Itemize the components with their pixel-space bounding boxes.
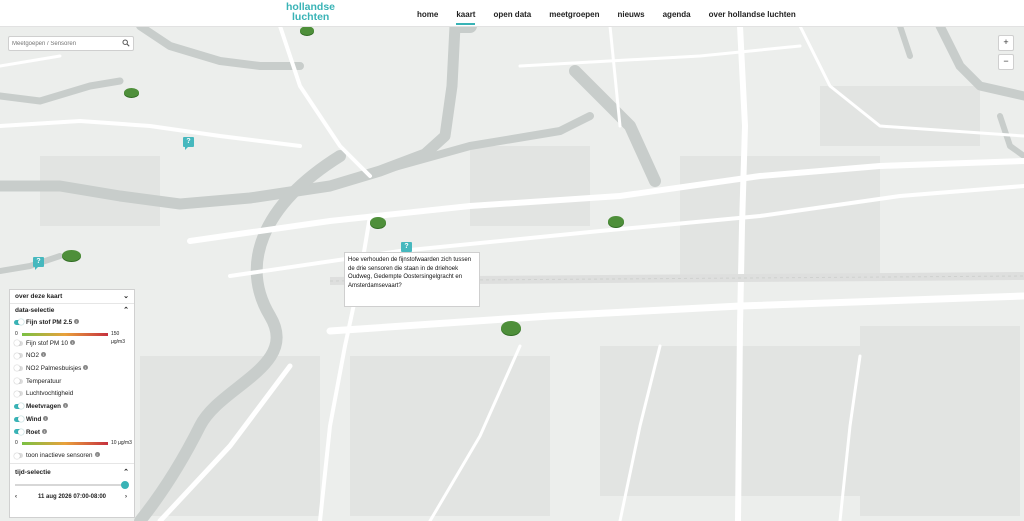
toggle-switch[interactable] <box>14 378 23 385</box>
data-selection-header[interactable]: data-selectie ⌃ <box>10 304 134 317</box>
nav-home[interactable]: home <box>408 0 447 26</box>
time-stepper: ‹ 11 aug 2026 07:00-08:00 › <box>10 491 134 503</box>
zoom-out-button[interactable]: − <box>998 54 1014 70</box>
layer-no2-palmes[interactable]: NO2 Palmesbuisjes i <box>10 363 134 376</box>
info-icon[interactable]: i <box>43 415 49 421</box>
time-slider[interactable] <box>10 479 134 491</box>
toggle-switch[interactable] <box>14 452 23 459</box>
time-value: 11 aug 2026 07:00-08:00 <box>37 493 107 500</box>
pm25-scale: 0 150 µg/m3 <box>15 330 125 345</box>
toggle-switch[interactable] <box>14 403 24 410</box>
chevron-up-icon: ⌃ <box>123 468 129 476</box>
layer-pm25[interactable]: Fijn stof PM 2.5 i <box>10 317 134 330</box>
roet-scale: 0 10 µg/m3 <box>15 440 132 447</box>
sensor-marker[interactable] <box>124 88 139 97</box>
layer-roet[interactable]: Roet i <box>10 427 134 440</box>
question-marker[interactable]: ? <box>33 257 44 270</box>
time-selection-header[interactable]: tijd-selectie ⌃ <box>10 466 134 479</box>
pm25-color-bar <box>22 332 108 336</box>
map[interactable] <box>0 26 1024 521</box>
sensor-marker[interactable] <box>62 250 81 261</box>
nav-agenda[interactable]: agenda <box>654 0 700 26</box>
toggle-switch[interactable] <box>14 390 23 397</box>
chevron-up-icon: ⌃ <box>123 307 129 314</box>
search-icon[interactable] <box>122 39 130 47</box>
top-bar: hollandse luchten home kaart open data m… <box>0 0 1024 27</box>
layer-temperatuur[interactable]: Temperatuur <box>10 376 134 389</box>
layer-luchtvochtigheid[interactable]: Luchtvochtigheid <box>10 388 134 401</box>
toggle-switch[interactable] <box>14 340 23 347</box>
toggle-switch[interactable] <box>14 428 24 435</box>
sensor-marker[interactable] <box>608 216 624 227</box>
previous-time-button[interactable]: ‹ <box>15 491 17 503</box>
slider-handle[interactable] <box>121 480 129 489</box>
question-marker[interactable]: ? <box>401 242 412 255</box>
question-tooltip: Hoe verhouden de fijnstofwaarden zich tu… <box>344 252 480 307</box>
toggle-switch[interactable] <box>14 365 23 372</box>
layer-meetvragen[interactable]: Meetvragen i <box>10 401 134 414</box>
info-icon[interactable]: i <box>40 352 46 358</box>
info-icon[interactable]: i <box>74 319 80 324</box>
info-icon[interactable]: i <box>42 428 47 434</box>
search-box <box>8 36 134 51</box>
about-map-toggle[interactable]: over deze kaart ⌄ <box>10 290 134 304</box>
toggle-switch[interactable] <box>14 352 23 359</box>
nav-nieuws[interactable]: nieuws <box>608 0 653 26</box>
sensor-marker[interactable] <box>370 217 386 228</box>
search-input[interactable] <box>12 37 120 50</box>
slider-track[interactable] <box>15 483 125 486</box>
nav-kaart[interactable]: kaart <box>447 0 484 26</box>
toggle-switch[interactable] <box>14 319 24 326</box>
toggle-switch[interactable] <box>14 416 24 423</box>
info-icon[interactable]: i <box>70 339 75 345</box>
info-icon[interactable]: i <box>83 365 89 371</box>
nav-meetgroepen[interactable]: meetgroepen <box>540 0 608 26</box>
main-nav: home kaart open data meetgroepen nieuws … <box>408 0 805 26</box>
logo[interactable]: hollandse luchten <box>286 2 346 25</box>
chevron-down-icon: ⌄ <box>123 293 129 300</box>
layer-no2[interactable]: NO2 i <box>10 350 134 363</box>
zoom-in-button[interactable]: + <box>998 35 1014 51</box>
info-icon[interactable]: i <box>63 403 68 409</box>
roet-color-bar <box>22 442 108 446</box>
question-marker[interactable]: ? <box>183 137 194 150</box>
inactive-sensors-toggle[interactable]: toon inactieve sensoren i <box>10 450 134 464</box>
nav-open-data[interactable]: open data <box>484 0 540 26</box>
next-time-button[interactable]: › <box>125 491 127 503</box>
layer-wind[interactable]: Wind i <box>10 414 134 427</box>
sensor-marker[interactable] <box>300 26 314 35</box>
layer-pm10[interactable]: Fijn stof PM 10 i <box>10 338 134 351</box>
zoom-controls: + − <box>998 35 1014 73</box>
sensor-marker[interactable] <box>501 321 521 335</box>
layer-panel: over deze kaart ⌄ data-selectie ⌃ Fijn s… <box>9 289 135 518</box>
nav-over[interactable]: over hollandse luchten <box>700 0 805 26</box>
map-canvas[interactable] <box>0 26 1024 521</box>
info-icon[interactable]: i <box>94 452 100 458</box>
